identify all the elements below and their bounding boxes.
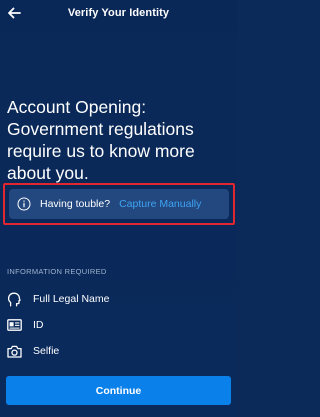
help-banner-highlight: Having touble? Capture Manually (3, 183, 235, 225)
capture-manually-link[interactable]: Capture Manually (119, 198, 201, 210)
requirement-item-selfie: Selfie (6, 343, 59, 359)
help-text: Having touble? (40, 198, 111, 210)
info-icon (17, 197, 31, 211)
requirement-item-full-legal-name: Full Legal Name (6, 291, 109, 307)
help-banner: Having touble? Capture Manually (9, 189, 229, 219)
top-bar: Verify Your Identity (0, 0, 237, 28)
continue-button[interactable]: Continue (6, 376, 231, 405)
page-title: Verify Your Identity (67, 7, 170, 19)
main-heading: Account Opening: Government regulations … (7, 97, 195, 183)
requirement-label: ID (33, 319, 44, 331)
verify-identity-screen: Verify Your Identity Account Opening: Go… (0, 0, 237, 417)
id-card-icon (6, 317, 22, 333)
requirement-item-id: ID (6, 317, 44, 333)
requirement-label: Full Legal Name (33, 293, 110, 305)
camera-icon (6, 343, 22, 359)
head-profile-icon (6, 291, 22, 307)
section-label: INFORMATION REQUIRED (7, 267, 107, 276)
requirement-label: Selfie (33, 345, 60, 357)
